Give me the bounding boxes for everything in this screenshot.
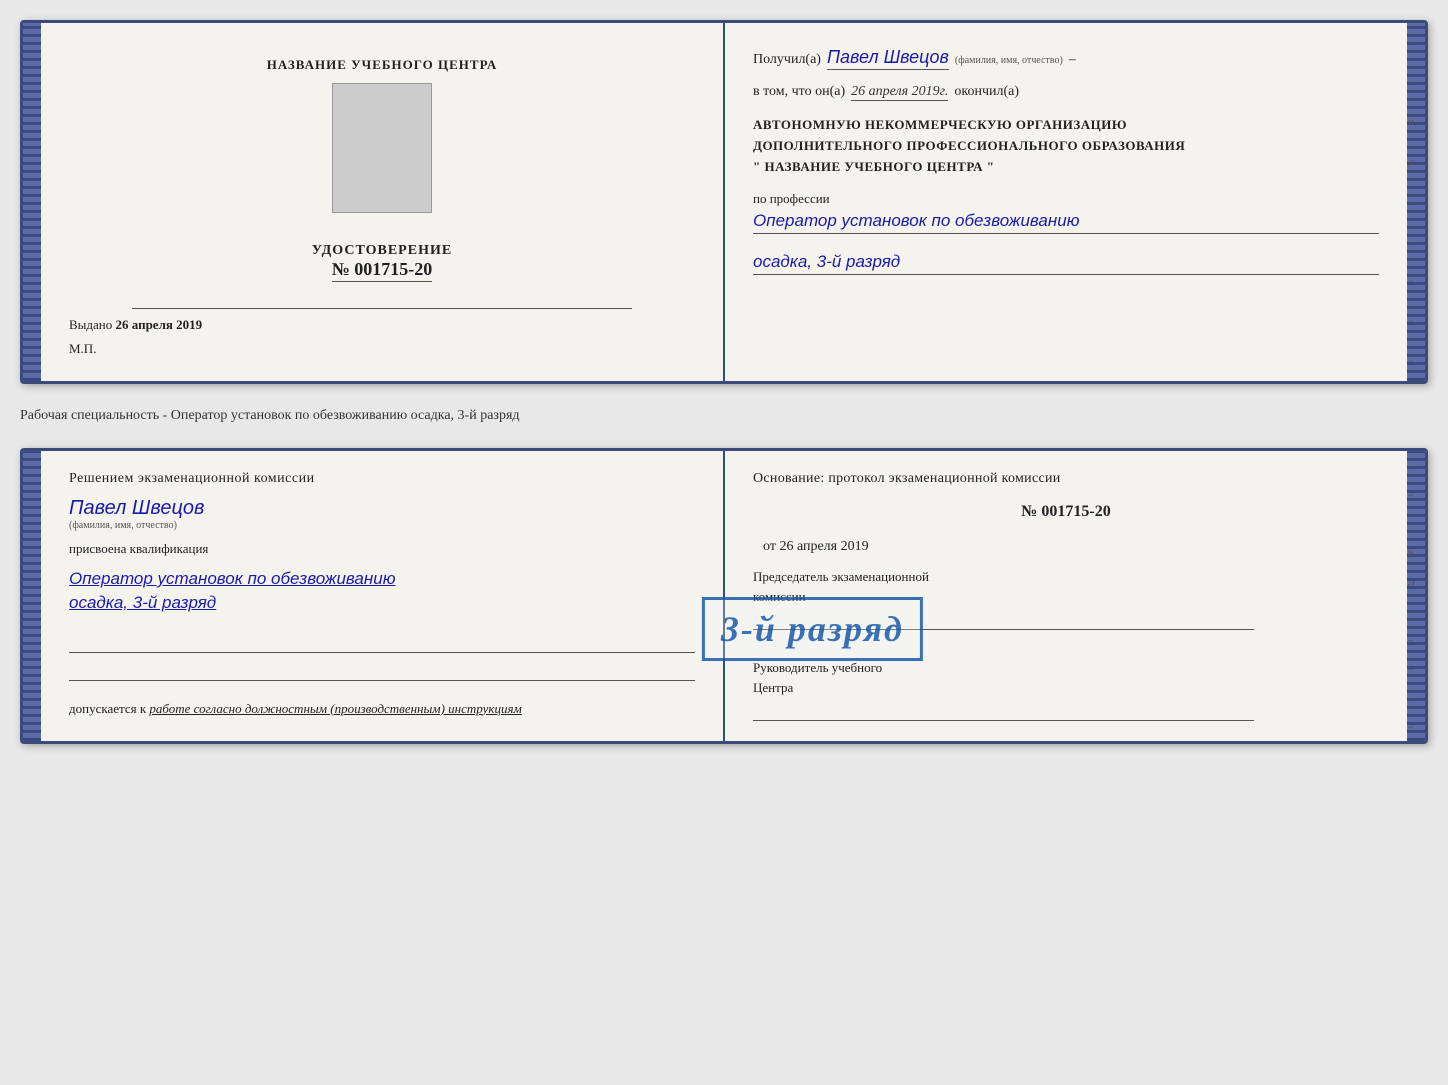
bottom-person-name: Павел Швецов bbox=[69, 497, 695, 520]
cert-label: УДОСТОВЕРЕНИЕ bbox=[312, 243, 452, 259]
page-container: НАЗВАНИЕ УЧЕБНОГО ЦЕНТРА УДОСТОВЕРЕНИЕ №… bbox=[20, 20, 1428, 744]
basis-text: Основание: протокол экзаменационной коми… bbox=[753, 471, 1379, 487]
top-center-title: НАЗВАНИЕ УЧЕБНОГО ЦЕНТРА bbox=[267, 57, 498, 73]
allowed-text: допускается к работе согласно должностны… bbox=[69, 701, 695, 717]
top-document: НАЗВАНИЕ УЧЕБНОГО ЦЕНТРА УДОСТОВЕРЕНИЕ №… bbox=[20, 20, 1428, 384]
left-spine bbox=[23, 23, 41, 381]
top-doc-left: НАЗВАНИЕ УЧЕБНОГО ЦЕНТРА УДОСТОВЕРЕНИЕ №… bbox=[41, 23, 725, 381]
profession-value: Оператор установок по обезвоживанию bbox=[753, 211, 1379, 234]
cert-number: № 001715-20 bbox=[332, 259, 433, 282]
top-doc-right: Получил(а) Павел Швецов (фамилия, имя, о… bbox=[725, 23, 1407, 381]
signature-lines-left bbox=[69, 633, 695, 681]
protocol-date-block: от 26 апреля 2019 bbox=[753, 537, 1379, 555]
bottom-doc-left: Решением экзаменационной комиссии Павел … bbox=[41, 451, 725, 741]
mp-label: М.П. bbox=[69, 341, 96, 357]
bottom-person-subtitle: (фамилия, имя, отчество) bbox=[69, 520, 695, 531]
separator-text: Рабочая специальность - Оператор установ… bbox=[20, 402, 1428, 430]
sig-line-2 bbox=[69, 661, 695, 681]
qualification-block: Оператор установок по обезвоживанию осад… bbox=[69, 567, 695, 615]
bottom-doc-right: Основание: протокол экзаменационной коми… bbox=[725, 451, 1407, 741]
rank-value: осадка, 3-й разряд bbox=[753, 252, 1379, 275]
cert-number-block: УДОСТОВЕРЕНИЕ № 001715-20 bbox=[312, 243, 452, 280]
decision-text: Решением экзаменационной комиссии bbox=[69, 471, 695, 487]
recipient-name: Павел Швецов bbox=[827, 47, 949, 70]
director-sig-line bbox=[753, 701, 1254, 721]
director-block: Руководитель учебного Центра bbox=[753, 658, 1379, 721]
qualification-value1: Оператор установок по обезвоживанию bbox=[69, 567, 695, 591]
org-name-block: АВТОНОМНУЮ НЕКОММЕРЧЕСКУЮ ОРГАНИЗАЦИЮ ДО… bbox=[753, 115, 1379, 177]
name-subtitle: (фамилия, имя, отчество) bbox=[955, 55, 1063, 66]
qualification-label: присвоена квалификация bbox=[69, 541, 695, 557]
completion-date: 26 апреля 2019г. bbox=[851, 84, 948, 101]
sig-line-1 bbox=[69, 633, 695, 653]
date-line: в том, что он(а) 26 апреля 2019г. окончи… bbox=[753, 84, 1379, 101]
bottom-left-spine bbox=[23, 451, 41, 741]
stamp-overlay: 3-й разряд bbox=[702, 597, 923, 661]
bottom-document: Решением экзаменационной комиссии Павел … bbox=[20, 448, 1428, 744]
protocol-number: № 001715-20 bbox=[753, 503, 1379, 521]
issued-date: 26 апреля 2019 bbox=[116, 317, 203, 332]
photo-placeholder bbox=[332, 83, 432, 213]
director-sig-block bbox=[753, 701, 1379, 721]
bottom-right-side-markers: – – – и ,а ← – – – – bbox=[1403, 451, 1419, 741]
profession-block: по профессии Оператор установок по обезв… bbox=[753, 191, 1379, 234]
recipient-line: Получил(а) Павел Швецов (фамилия, имя, о… bbox=[753, 47, 1379, 70]
issued-block: Выдано 26 апреля 2019 bbox=[69, 317, 202, 333]
right-side-markers: – – и ,а ← – – – – bbox=[1403, 23, 1419, 381]
allowed-italic: работе согласно должностным (производств… bbox=[149, 701, 521, 716]
bottom-name-block: Павел Швецов (фамилия, имя, отчество) bbox=[69, 497, 695, 531]
qualification-value2: осадка, 3-й разряд bbox=[69, 591, 695, 615]
